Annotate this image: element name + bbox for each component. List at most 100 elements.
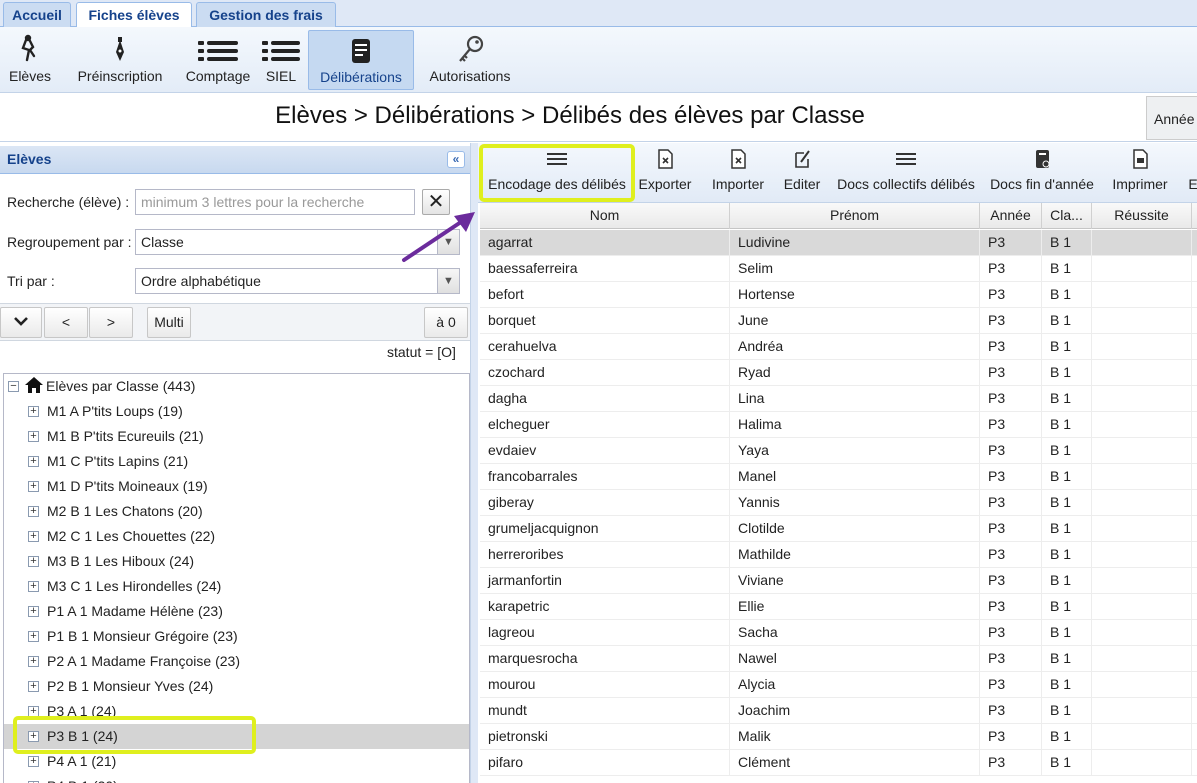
multi-button[interactable]: Multi [147,307,191,338]
tree-class-item[interactable]: + M2 B 1 Les Chatons (20) [4,499,469,524]
tab-fiches-eleves[interactable]: Fiches élèves [76,2,192,28]
cell-reussite [1092,672,1192,698]
expand-all-button[interactable] [0,307,42,338]
expand-icon[interactable]: + [28,506,39,517]
ribbon-siel-button[interactable]: SIEL [258,30,304,90]
cell-classe: B 1 [1042,412,1092,438]
imprimer-button[interactable]: Imprimer [1108,145,1172,201]
tree-class-item[interactable]: + P2 B 1 Monsieur Yves (24) [4,674,469,699]
table-row[interactable]: karapetric Ellie P3 B 1 [480,594,1197,620]
docs-fin-annee-button[interactable]: Docs fin d'année [990,145,1094,201]
table-row[interactable]: pietronski Malik P3 B 1 [480,724,1197,750]
table-row[interactable]: agarrat Ludivine P3 B 1 [480,230,1197,256]
ribbon-preinscription-button[interactable]: Préinscription [74,30,166,90]
table-row[interactable]: czochard Ryad P3 B 1 [480,360,1197,386]
tree-class-item[interactable]: + P2 A 1 Madame Françoise (23) [4,649,469,674]
column-nom[interactable]: Nom [480,203,730,229]
table-row[interactable]: francobarrales Manel P3 B 1 [480,464,1197,490]
tree-root[interactable]: − Elèves par Classe (443) [4,374,469,399]
tab-accueil[interactable]: Accueil [3,2,71,27]
table-row[interactable]: giberay Yannis P3 B 1 [480,490,1197,516]
expand-icon[interactable]: + [28,556,39,567]
tree-class-item[interactable]: + M2 C 1 Les Chouettes (22) [4,524,469,549]
importer-button[interactable]: Importer [706,145,770,201]
docs-collectifs-button[interactable]: Docs collectifs délibés [836,145,976,201]
table-row[interactable]: mourou Alycia P3 B 1 [480,672,1197,698]
annee-button[interactable]: Année [1146,96,1197,140]
table-row[interactable]: lagreou Sacha P3 B 1 [480,620,1197,646]
expand-icon[interactable]: + [28,531,39,542]
expand-icon[interactable]: + [28,581,39,592]
tree-class-label: P2 B 1 Monsieur Yves (24) [47,678,214,694]
editer-button[interactable]: Editer [780,145,824,201]
tree-class-item[interactable]: + M1 B P'tits Ecureuils (21) [4,424,469,449]
sort-select[interactable]: Ordre alphabétique ▼ [135,268,460,294]
cell-classe: B 1 [1042,256,1092,282]
expand-icon[interactable]: + [28,631,39,642]
ribbon-deliberations-button[interactable]: Délibérations [308,30,414,90]
table-row[interactable]: pifaro Clément P3 B 1 [480,750,1197,776]
tree-class-item[interactable]: + M3 B 1 Les Hiboux (24) [4,549,469,574]
tree-class-item[interactable]: + M1 D P'tits Moineaux (19) [4,474,469,499]
expand-icon[interactable]: + [28,681,39,692]
tree-class-item[interactable]: + M3 C 1 Les Hirondelles (24) [4,574,469,599]
reset-button[interactable]: à 0 [424,307,468,338]
table-row[interactable]: borquet June P3 B 1 [480,308,1197,334]
tree-navigation-bar: < > Multi à 0 [0,303,470,341]
table-row[interactable]: cerahuelva Andréa P3 B 1 [480,334,1197,360]
tree-class-item[interactable]: + P1 B 1 Monsieur Grégoire (23) [4,624,469,649]
tree-class-item[interactable]: + M1 A P'tits Loups (19) [4,399,469,424]
expand-icon[interactable]: + [28,756,39,767]
cell-prenom: Nawel [730,646,980,672]
expand-icon[interactable]: + [28,606,39,617]
table-row[interactable]: baessaferreira Selim P3 B 1 [480,256,1197,282]
expand-icon[interactable]: + [28,706,39,717]
chevron-down-icon[interactable]: ▼ [437,269,459,293]
table-row[interactable]: mundt Joachim P3 B 1 [480,698,1197,724]
ribbon-siel-label: SIEL [265,68,297,84]
tree-class-item[interactable]: +P4 B 1 (20) [4,774,469,783]
search-input[interactable]: minimum 3 lettres pour la recherche [135,189,415,215]
tree-class-item[interactable]: + P3 A 1 (24) [4,699,469,724]
next-button[interactable]: > [89,307,133,338]
tab-gestion-frais[interactable]: Gestion des frais [196,2,336,27]
table-row[interactable]: evdaiev Yaya P3 B 1 [480,438,1197,464]
tree-class-item[interactable]: + P4 A 1 (21) [4,749,469,774]
tree-class-item[interactable]: + P1 A 1 Madame Hélène (23) [4,599,469,624]
column-annee[interactable]: Année [980,203,1042,229]
expand-icon[interactable]: + [28,456,39,467]
expand-icon[interactable]: + [28,406,39,417]
previous-button[interactable]: < [44,307,88,338]
more-toolbar-button[interactable]: E [1186,145,1197,201]
column-prenom[interactable]: Prénom [730,203,980,229]
sort-label: Tri par : [7,273,55,289]
table-row[interactable]: jarmanfortin Viviane P3 B 1 [480,568,1197,594]
ribbon-autorisations-button[interactable]: Autorisations [424,30,516,90]
tree-class-item[interactable]: + M1 C P'tits Lapins (21) [4,449,469,474]
exporter-button[interactable]: Exporter [636,145,694,201]
collapse-icon[interactable]: − [8,381,19,392]
column-reussite[interactable]: Réussite [1092,203,1192,229]
tree-class-item[interactable]: + P3 B 1 (24) [4,724,469,749]
table-row[interactable]: dagha Lina P3 B 1 [480,386,1197,412]
table-row[interactable]: marquesrocha Nawel P3 B 1 [480,646,1197,672]
column-classe[interactable]: Cla... [1042,203,1092,229]
table-row[interactable]: grumeljacquignon Clotilde P3 B 1 [480,516,1197,542]
expand-icon[interactable]: + [28,656,39,667]
encodage-delibes-button[interactable]: Encodage des délibés [484,145,630,201]
table-row[interactable]: herreroribes Mathilde P3 B 1 [480,542,1197,568]
expand-icon[interactable]: + [28,481,39,492]
ribbon-comptage-button[interactable]: Comptage [182,30,254,90]
expand-icon[interactable]: + [28,431,39,442]
cell-reussite [1092,750,1192,776]
collapse-panel-icon[interactable]: « [447,151,465,168]
left-panel-header: Elèves « [0,146,470,174]
cell-reussite [1092,516,1192,542]
ribbon-eleves-button[interactable]: Elèves [4,30,56,90]
table-row[interactable]: befort Hortense P3 B 1 [480,282,1197,308]
table-row[interactable]: elcheguer Halima P3 B 1 [480,412,1197,438]
cell-nom: giberay [480,490,730,516]
ribbon-preinscription-label: Préinscription [77,68,163,84]
expand-icon[interactable]: + [28,731,39,742]
cell-prenom: Manel [730,464,980,490]
